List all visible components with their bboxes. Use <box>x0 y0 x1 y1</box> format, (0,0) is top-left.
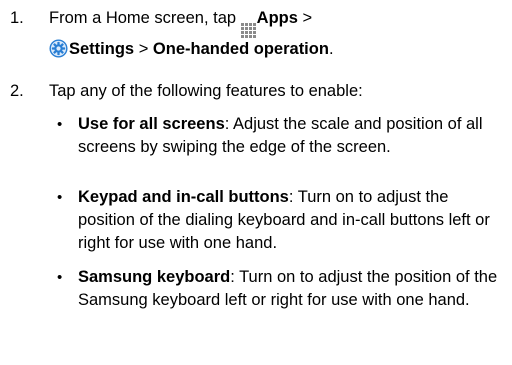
period: . <box>328 40 334 58</box>
list-item-text: Samsung keyboard: Turn on to adjust the … <box>78 266 504 312</box>
settings-gear-icon <box>49 39 68 58</box>
list-item-text: Use for all screens: Adjust the scale an… <box>78 113 504 159</box>
feature-title: Keypad and in-call buttons <box>78 188 289 206</box>
separator: > <box>302 9 313 27</box>
step-text: Tap any of the following features to ena… <box>49 82 363 100</box>
step-number: 2. <box>10 82 24 100</box>
feature-title: Use for all screens <box>78 115 225 133</box>
apps-label: Apps <box>256 9 298 27</box>
separator: > <box>138 40 149 58</box>
bullet: • <box>57 189 63 206</box>
settings-label: Settings <box>69 40 135 58</box>
feature-title: Samsung keyboard <box>78 268 231 286</box>
apps-grid-icon <box>240 23 256 38</box>
one-handed-operation-label: One-handed operation <box>152 40 329 58</box>
step-text: From a Home screen, tap Apps > Settings … <box>49 7 504 61</box>
list-item-text: Keypad and in-call buttons: Turn on to a… <box>78 186 504 255</box>
bullet: • <box>57 116 63 133</box>
step-number: 1. <box>10 9 24 27</box>
step-prefix: From a Home screen, tap <box>49 9 237 27</box>
bullet: • <box>57 269 63 286</box>
document-page: { "steps": [ { "number": "1.", "text_pre… <box>0 0 512 365</box>
